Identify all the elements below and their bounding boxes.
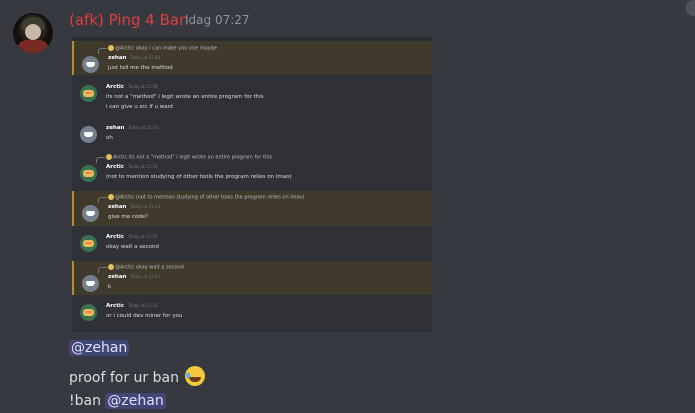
screenshot-message: @Arctic okay i can make you one maybe ze… bbox=[72, 41, 432, 75]
screenshot-message: Arctic its not a "method" i legit wrote … bbox=[72, 151, 432, 187]
message-author: zehan Today at 21:50 bbox=[106, 125, 159, 131]
message-text: (not to mention studying of other tools … bbox=[106, 174, 292, 180]
scroll-indicator[interactable] bbox=[686, 0, 695, 16]
avatar-coat bbox=[17, 40, 49, 53]
message-author: Arctic Today at 21:49 bbox=[106, 84, 158, 90]
message-author: zehan Today at 21:50 bbox=[108, 204, 161, 210]
arctic-avatar-icon bbox=[80, 304, 97, 321]
message-timestamp[interactable]: Idag 07:27 bbox=[185, 13, 250, 27]
message-author: Arctic Today at 21:51 bbox=[106, 234, 158, 240]
message-text: its not a "method" i legit wrote an enti… bbox=[106, 94, 264, 100]
screenshot-message: zehan Today at 21:50 oh bbox=[72, 122, 432, 146]
attached-screenshot[interactable]: @Arctic okay i can make you one maybe ze… bbox=[72, 37, 432, 332]
reply-preview: @Arctic okay i can make you one maybe bbox=[98, 45, 217, 54]
message-text: i can give u src if u want bbox=[106, 104, 174, 110]
message-author: Arctic Today at 21:52 bbox=[106, 303, 158, 309]
user-mention[interactable]: @zehan bbox=[69, 340, 130, 356]
message-text: give me code? bbox=[108, 214, 149, 220]
message-text: k bbox=[108, 284, 112, 290]
screenshot-message: Arctic Today at 21:49 its not a "method" … bbox=[72, 81, 432, 117]
author-avatar[interactable] bbox=[13, 13, 53, 53]
discord-default-avatar-icon bbox=[80, 126, 97, 143]
screenshot-message: @Arctic (not to mention studying of othe… bbox=[72, 191, 432, 226]
message-text: proof for ur ban bbox=[69, 370, 179, 386]
message-text: or i could dev miner for you bbox=[106, 313, 183, 319]
message-line-command: !ban @zehan bbox=[69, 393, 166, 409]
user-mention[interactable]: @zehan bbox=[105, 393, 166, 409]
discord-default-avatar-icon bbox=[82, 275, 99, 292]
message-text: just tell me the method bbox=[108, 65, 173, 71]
screenshot-message: Arctic Today at 21:51 okay wait a second bbox=[72, 231, 432, 257]
reply-preview: Arctic its not a "method" i legit wrote … bbox=[96, 154, 272, 163]
message-line-text: proof for ur ban bbox=[69, 366, 206, 386]
message-author: zehan Today at 21:49 bbox=[108, 55, 161, 61]
arctic-avatar-icon bbox=[80, 165, 97, 182]
discord-default-avatar-icon bbox=[82, 205, 99, 222]
message-row: (afk) Ping 4 Ban Idag 07:27 @Arctic okay… bbox=[0, 0, 695, 413]
reply-preview: @Arctic (not to mention studying of othe… bbox=[98, 194, 305, 203]
arctic-avatar-icon bbox=[80, 235, 97, 252]
avatar-face bbox=[25, 24, 41, 40]
arctic-avatar-icon bbox=[80, 85, 97, 102]
author-name[interactable]: (afk) Ping 4 Ban bbox=[69, 11, 189, 29]
command-text: !ban bbox=[69, 393, 101, 409]
message-author: zehan Today at 21:51 bbox=[108, 274, 161, 280]
reply-preview: @Arctic okay wait a second bbox=[98, 264, 184, 273]
rolling-on-floor-laughing-emoji-icon[interactable] bbox=[185, 366, 206, 386]
message-text: oh bbox=[106, 135, 113, 141]
message-author: Arctic Today at 21:50 bbox=[106, 164, 158, 170]
screenshot-message: Arctic Today at 21:52 or i could dev mine… bbox=[72, 300, 432, 328]
screenshot-message: @Arctic okay wait a second zehan Today at… bbox=[72, 261, 432, 295]
message-text: okay wait a second bbox=[106, 244, 159, 250]
message-line-mention: @zehan bbox=[69, 340, 130, 356]
discord-default-avatar-icon bbox=[82, 56, 99, 73]
